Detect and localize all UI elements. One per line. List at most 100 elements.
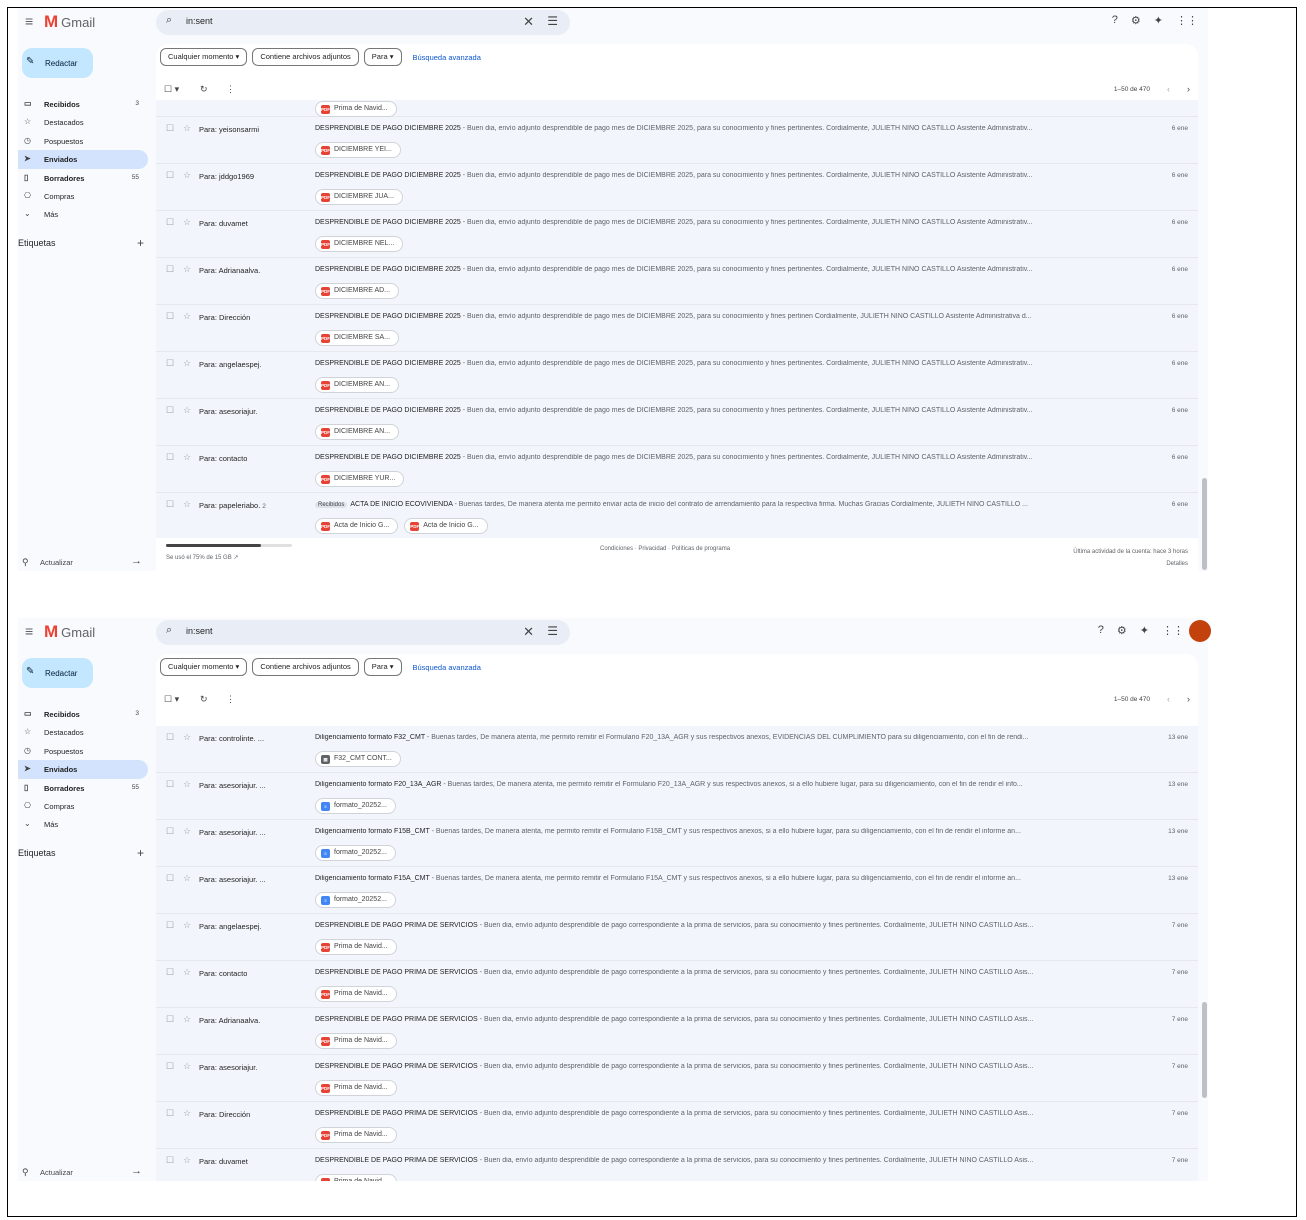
attachment-chip[interactable]: PDF DICIEMBRE AD... <box>315 283 400 299</box>
email-row[interactable]: ☐ ☆ Para: Dirección DESPRENDIBLE DE PAGO PR… <box>156 1102 1198 1149</box>
attachment-chip[interactable]: PDF DICIEMBRE YEI... <box>315 142 401 158</box>
sidebar-item-recibidos[interactable]: ▭ Recibidos 3 <box>18 705 148 723</box>
storage-text[interactable]: Se usó el 75% de 15 GB ↗ <box>166 554 238 561</box>
more-options-icon[interactable]: ⋮ <box>226 84 235 95</box>
search-input[interactable]: in:sent <box>186 626 213 636</box>
email-row[interactable]: ☐ ☆ Para: controlinte. ... Diligenciamiento… <box>156 726 1198 773</box>
gmail-logo[interactable]: M Gmail <box>44 12 95 32</box>
attachment-chip[interactable]: PDF Prima de Navid... <box>315 101 397 117</box>
email-row[interactable]: ☐ ☆ Para: duvamet DESPRENDIBLE DE PAGO PRIM… <box>156 1149 1198 1181</box>
search-icon[interactable]: ⌕ <box>166 14 172 27</box>
star-icon[interactable]: ☆ <box>183 358 191 369</box>
row-checkbox[interactable]: ☐ <box>166 1108 174 1119</box>
email-row[interactable]: ☐ ☆ Para: asesoriajur. ... Diligenciamiento… <box>156 867 1198 914</box>
star-icon[interactable]: ☆ <box>183 217 191 228</box>
attachment-chip[interactable]: PDF DICIEMBRE SA... <box>315 330 400 346</box>
star-icon[interactable]: ☆ <box>183 873 191 884</box>
avatar[interactable] <box>1189 620 1211 642</box>
attachment-chip[interactable]: PDF Prima de Navid... <box>315 1127 397 1143</box>
email-row[interactable]: ☐ ☆ Para: asesoriajur. ... Diligenciamiento… <box>156 773 1198 820</box>
gemini-icon[interactable]: ✦ <box>1140 624 1149 637</box>
star-icon[interactable]: ☆ <box>183 920 191 931</box>
email-row[interactable]: ☐ ☆ Para: asesoriajur. DESPRENDIBLE DE PAGO… <box>156 399 1198 446</box>
email-row[interactable]: ☐ ☆ Para: papeleriabo. 2 Recibidos ACTA DE IN… <box>156 493 1198 540</box>
email-row[interactable]: ☐ ☆ Para: duvamet DESPRENDIBLE DE PAGO DICI… <box>156 211 1198 258</box>
sidebar-item-destacados[interactable]: ☆ Destacados <box>18 723 148 741</box>
star-icon[interactable]: ☆ <box>183 779 191 790</box>
star-icon[interactable]: ☆ <box>183 967 191 978</box>
row-checkbox[interactable]: ☐ <box>166 405 174 416</box>
attachment-chip[interactable]: PDF Prima de Navid... <box>315 986 397 1002</box>
select-all-checkbox[interactable]: ☐ ▾ <box>164 694 179 705</box>
settings-icon[interactable]: ⚙ <box>1131 14 1141 27</box>
prev-page-icon[interactable]: ‹ <box>1167 84 1170 94</box>
email-row[interactable]: ☐ ☆ Para: angelaespej. DESPRENDIBLE DE PAGO… <box>156 914 1198 961</box>
row-checkbox[interactable]: ☐ <box>166 264 174 275</box>
scrollbar[interactable] <box>1202 478 1207 570</box>
attachment-chip[interactable]: PDF DICIEMBRE NEL... <box>315 236 404 252</box>
gemini-icon[interactable]: ✦ <box>1154 14 1163 27</box>
filter-to-chip[interactable]: Para ▾ <box>363 48 402 66</box>
star-icon[interactable]: ☆ <box>183 1155 191 1166</box>
email-row[interactable]: ☐ ☆ Para: contacto DESPRENDIBLE DE PAGO PRI… <box>156 961 1198 1008</box>
sidebar-item-enviados[interactable]: ➤ Enviados <box>18 760 148 779</box>
filter-time-chip[interactable]: Cualquier momento ▾ <box>160 658 248 676</box>
more-options-icon[interactable]: ⋮ <box>226 694 235 705</box>
filter-attachments-chip[interactable]: Contiene archivos adjuntos <box>252 658 359 676</box>
row-checkbox[interactable]: ☐ <box>166 358 174 369</box>
apps-icon[interactable]: ⋮⋮ <box>1176 14 1198 27</box>
add-label-icon[interactable]: + <box>137 236 144 250</box>
compose-button[interactable]: ✎ Redactar <box>22 658 93 688</box>
attachment-chip[interactable]: PDF Prima de Navid... <box>315 1080 397 1096</box>
row-checkbox[interactable]: ☐ <box>166 170 174 181</box>
details-link[interactable]: Detalles <box>1073 558 1188 570</box>
row-checkbox[interactable]: ☐ <box>166 1155 174 1166</box>
compose-button[interactable]: ✎ Redactar <box>22 48 93 78</box>
scrollbar[interactable] <box>1202 1002 1207 1098</box>
prev-page-icon[interactable]: ‹ <box>1167 694 1170 704</box>
sidebar-item-recibidos[interactable]: ▭ Recibidos 3 <box>18 95 148 113</box>
row-checkbox[interactable]: ☐ <box>166 311 174 322</box>
star-icon[interactable]: ☆ <box>183 170 191 181</box>
sidebar-item-m-s[interactable]: ⌄ Más <box>18 815 148 833</box>
select-all-checkbox[interactable]: ☐ ▾ <box>164 84 179 95</box>
row-checkbox[interactable]: ☐ <box>166 452 174 463</box>
row-checkbox[interactable]: ☐ <box>166 1061 174 1072</box>
email-row[interactable]: ☐ ☆ Para: angelaespej. DESPRENDIBLE DE PAGO… <box>156 352 1198 399</box>
sidebar-item-pospuestos[interactable]: ◷ Pospuestos <box>18 132 148 150</box>
advanced-search-link[interactable]: Búsqueda avanzada <box>413 53 481 62</box>
row-checkbox[interactable]: ☐ <box>166 1014 174 1025</box>
email-row[interactable]: ☐ ☆ Para: Adrianaalva. DESPRENDIBLE DE PAGO… <box>156 258 1198 305</box>
sidebar-item-borradores[interactable]: ▯ Borradores 55 <box>18 779 148 797</box>
sidebar-item-destacados[interactable]: ☆ Destacados <box>18 113 148 131</box>
attachment-chip[interactable]: ▤ F32_CMT CONT... <box>315 751 401 767</box>
arrow-right-icon[interactable]: → <box>131 1165 142 1177</box>
email-row[interactable]: ☐ ☆ Para: Dirección DESPRENDIBLE DE PAGO DI… <box>156 305 1198 352</box>
star-icon[interactable]: ☆ <box>183 1108 191 1119</box>
clear-search-icon[interactable]: ✕ <box>523 624 534 640</box>
row-checkbox[interactable]: ☐ <box>166 732 174 743</box>
email-row[interactable]: ☐ ☆ Para: asesoriajur. DESPRENDIBLE DE PAGO… <box>156 1055 1198 1102</box>
settings-icon[interactable]: ⚙ <box>1117 624 1127 637</box>
update-bar[interactable]: ⚲ Actualizar → <box>22 555 142 571</box>
row-checkbox[interactable]: ☐ <box>166 873 174 884</box>
email-row-partial[interactable]: PDF Prima de Navid... <box>156 100 1198 117</box>
filter-time-chip[interactable]: Cualquier momento ▾ <box>160 48 248 66</box>
attachment-chip[interactable]: PDF Prima de Navid... <box>315 1174 397 1181</box>
email-row[interactable]: ☐ ☆ Para: asesoriajur. ... Diligenciamiento… <box>156 820 1198 867</box>
email-row[interactable]: ☐ ☆ Para: jddgo1969 DESPRENDIBLE DE PAGO DI… <box>156 164 1198 211</box>
star-icon[interactable]: ☆ <box>183 1014 191 1025</box>
row-checkbox[interactable]: ☐ <box>166 779 174 790</box>
attachment-chip[interactable]: PDF DICIEMBRE YUR... <box>315 471 405 487</box>
star-icon[interactable]: ☆ <box>183 826 191 837</box>
star-icon[interactable]: ☆ <box>183 405 191 416</box>
apps-icon[interactable]: ⋮⋮ <box>1162 624 1184 637</box>
star-icon[interactable]: ☆ <box>183 264 191 275</box>
search-options-icon[interactable]: ☰ <box>547 624 558 638</box>
update-bar[interactable]: ⚲ Actualizar → <box>22 1165 142 1181</box>
search-bar[interactable]: ⌕ in:sent ✕ ☰ <box>156 10 570 35</box>
help-icon[interactable]: ? <box>1098 624 1104 637</box>
attachment-chip[interactable]: ≡ formato_20252... <box>315 892 396 908</box>
attachment-chip[interactable]: PDF DICIEMBRE JUA... <box>315 189 403 205</box>
row-checkbox[interactable]: ☐ <box>166 920 174 931</box>
